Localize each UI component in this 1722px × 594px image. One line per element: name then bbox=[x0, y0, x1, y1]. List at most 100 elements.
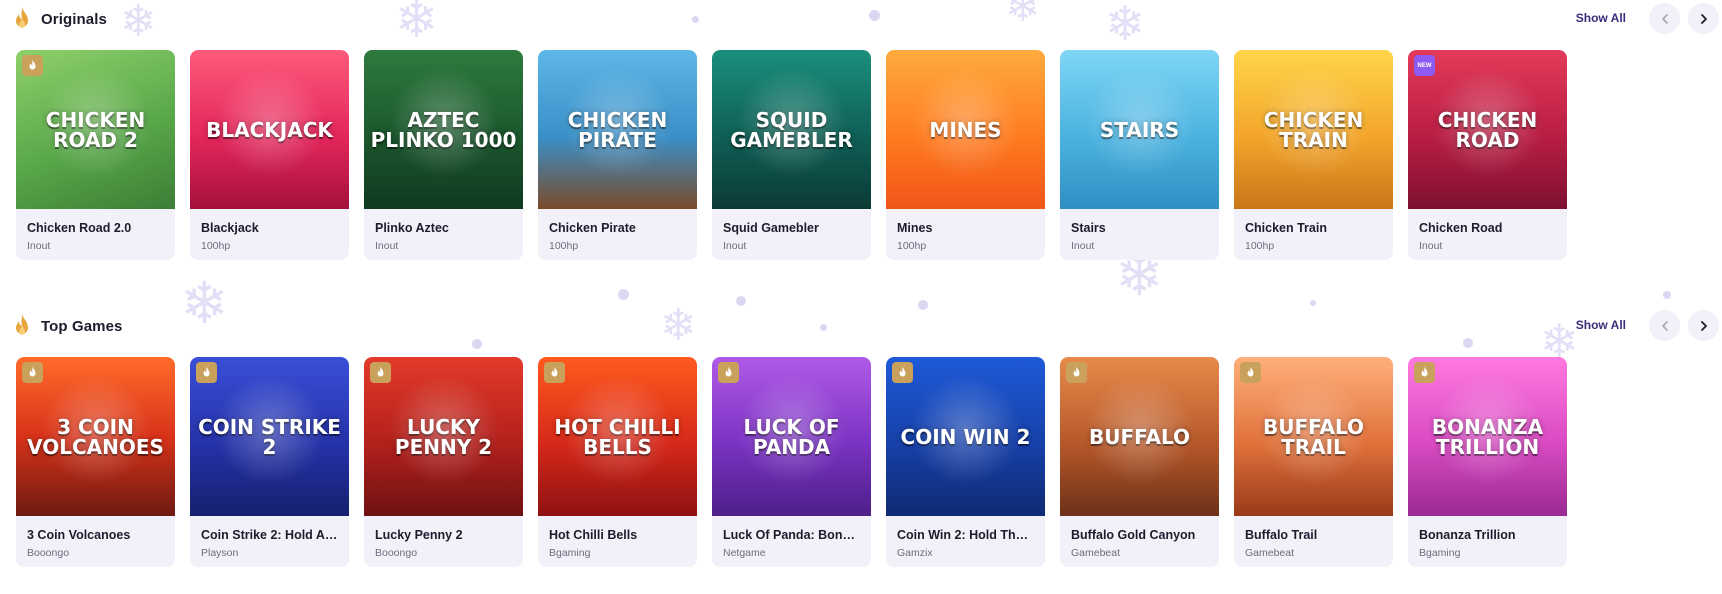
game-thumbnail[interactable]: STAIRS bbox=[1060, 50, 1219, 209]
snow-dot bbox=[736, 296, 746, 306]
game-card[interactable]: 3 COIN VOLCANOES 3 Coin Volcanoes Booongo bbox=[16, 357, 175, 567]
game-info: Bonanza Trillion Bgaming bbox=[1408, 516, 1567, 559]
game-card[interactable]: CHICKEN TRAIN Chicken Train 100hp bbox=[1234, 50, 1393, 260]
game-name: Chicken Road 2.0 bbox=[27, 221, 132, 235]
game-provider: Bgaming bbox=[549, 547, 591, 559]
game-info: Buffalo Gold Canyon Gamebeat bbox=[1060, 516, 1219, 559]
game-thumbnail[interactable]: AZTEC PLINKO 1000 bbox=[364, 50, 523, 209]
show-all-link[interactable]: Show All bbox=[1576, 11, 1626, 25]
thumbnail-glow bbox=[41, 375, 151, 485]
snow-dot bbox=[618, 289, 629, 300]
thumbnail-glow bbox=[911, 68, 1021, 178]
game-info: Chicken Pirate 100hp bbox=[538, 209, 697, 252]
section-title: Originals bbox=[11, 6, 107, 32]
game-card[interactable]: Hot Chilli Bells Hot Chilli Bells Bgaming bbox=[538, 357, 697, 567]
game-thumbnail[interactable]: SQUID GAMEBLER bbox=[712, 50, 871, 209]
hot-badge-icon bbox=[22, 55, 43, 76]
game-card[interactable]: LUCK OF PANDA Luck Of Panda: Bonus C... Ne… bbox=[712, 357, 871, 567]
game-provider: Inout bbox=[1071, 240, 1095, 252]
carousel-prev-button[interactable] bbox=[1649, 310, 1680, 341]
carousel-next-button[interactable] bbox=[1688, 310, 1719, 341]
hot-badge-icon bbox=[1240, 362, 1261, 383]
game-thumbnail[interactable]: BUFFALO TRAIL bbox=[1234, 357, 1393, 516]
game-name: Coin Strike 2: Hold And ... bbox=[201, 528, 338, 542]
game-card[interactable]: BUFFALO TRAIL Buffalo Trail Gamebeat bbox=[1234, 357, 1393, 567]
game-thumbnail[interactable]: Hot Chilli Bells bbox=[538, 357, 697, 516]
thumbnail-glow bbox=[563, 375, 673, 485]
game-info: Coin Win 2: Hold The Sp... Gamzix bbox=[886, 516, 1045, 559]
thumbnail-glow bbox=[1259, 375, 1369, 485]
game-info: Hot Chilli Bells Bgaming bbox=[538, 516, 697, 559]
game-thumbnail[interactable]: BLACKJACK bbox=[190, 50, 349, 209]
game-thumbnail[interactable]: BONANZA TRILLION bbox=[1408, 357, 1567, 516]
game-card[interactable]: MINES Mines 100hp bbox=[886, 50, 1045, 260]
game-name: Lucky Penny 2 bbox=[375, 528, 463, 542]
game-name: Buffalo Gold Canyon bbox=[1071, 528, 1196, 542]
game-card[interactable]: AZTEC PLINKO 1000 Plinko Aztec Inout bbox=[364, 50, 523, 260]
snow-dot bbox=[1310, 300, 1316, 306]
game-card[interactable]: Chicken Pirate Chicken Pirate 100hp bbox=[538, 50, 697, 260]
thumbnail-glow bbox=[1085, 68, 1195, 178]
game-info: 3 Coin Volcanoes Booongo bbox=[16, 516, 175, 559]
game-info: Buffalo Trail Gamebeat bbox=[1234, 516, 1393, 559]
game-provider: Inout bbox=[723, 240, 747, 252]
game-provider: Playson bbox=[201, 547, 239, 559]
chevron-right-icon bbox=[1700, 13, 1707, 24]
game-card[interactable]: STAIRS Stairs Inout bbox=[1060, 50, 1219, 260]
show-all-link[interactable]: Show All bbox=[1576, 318, 1626, 332]
thumbnail-glow bbox=[215, 68, 325, 178]
hot-badge-icon bbox=[370, 362, 391, 383]
game-card[interactable]: CHICKEN ROAD 2 Chicken Road 2.0 Inout bbox=[16, 50, 175, 260]
thumbnail-glow bbox=[563, 68, 673, 178]
hot-badge-icon bbox=[718, 362, 739, 383]
game-card[interactable]: COIN WIN 2 Coin Win 2: Hold The Sp... Gamz… bbox=[886, 357, 1045, 567]
game-thumbnail[interactable]: CHICKEN TRAIN bbox=[1234, 50, 1393, 209]
game-card[interactable]: BUFFALO Buffalo Gold Canyon Gamebeat bbox=[1060, 357, 1219, 567]
flame-icon bbox=[11, 6, 33, 32]
game-provider: 100hp bbox=[897, 240, 927, 252]
game-provider: 100hp bbox=[201, 240, 231, 252]
game-provider: Netgame bbox=[723, 547, 766, 559]
game-provider: Bgaming bbox=[1419, 547, 1461, 559]
game-thumbnail[interactable]: 3 COIN VOLCANOES bbox=[16, 357, 175, 516]
game-thumbnail[interactable]: CHICKEN ROADNEW bbox=[1408, 50, 1567, 209]
carousel-prev-button[interactable] bbox=[1649, 3, 1680, 34]
thumbnail-glow bbox=[41, 68, 151, 178]
game-card[interactable]: COIN STRIKE 2 Coin Strike 2: Hold And ...… bbox=[190, 357, 349, 567]
game-card[interactable]: BONANZA TRILLION Bonanza Trillion Bgaming bbox=[1408, 357, 1567, 567]
hot-badge-icon bbox=[1414, 362, 1435, 383]
hot-badge-icon bbox=[196, 362, 217, 383]
game-card[interactable]: SQUID GAMEBLER Squid Gamebler Inout bbox=[712, 50, 871, 260]
game-thumbnail[interactable]: Chicken Pirate bbox=[538, 50, 697, 209]
thumbnail-glow bbox=[737, 68, 847, 178]
new-badge: NEW bbox=[1414, 55, 1435, 76]
game-thumbnail[interactable]: LUCKY PENNY 2 bbox=[364, 357, 523, 516]
thumbnail-glow bbox=[1433, 375, 1543, 485]
game-thumbnail[interactable]: MINES bbox=[886, 50, 1045, 209]
game-thumbnail[interactable]: COIN STRIKE 2 bbox=[190, 357, 349, 516]
flame-icon bbox=[11, 313, 33, 339]
thumbnail-glow bbox=[389, 68, 499, 178]
game-name: Chicken Road bbox=[1419, 221, 1503, 235]
thumbnail-glow bbox=[1433, 68, 1543, 178]
game-info: Chicken Road 2.0 Inout bbox=[16, 209, 175, 252]
game-card[interactable]: LUCKY PENNY 2 Lucky Penny 2 Booongo bbox=[364, 357, 523, 567]
game-card[interactable]: BLACKJACK Blackjack 100hp bbox=[190, 50, 349, 260]
game-info: Stairs Inout bbox=[1060, 209, 1219, 252]
game-card[interactable]: CHICKEN ROADNEW Chicken Road Inout bbox=[1408, 50, 1567, 260]
game-name: Buffalo Trail bbox=[1245, 528, 1318, 542]
game-name: Coin Win 2: Hold The Sp... bbox=[897, 528, 1034, 542]
game-info: Luck Of Panda: Bonus C... Netgame bbox=[712, 516, 871, 559]
game-thumbnail[interactable]: BUFFALO bbox=[1060, 357, 1219, 516]
game-info: Chicken Road Inout bbox=[1408, 209, 1567, 252]
thumbnail-glow bbox=[1085, 375, 1195, 485]
game-name: 3 Coin Volcanoes bbox=[27, 528, 131, 542]
thumbnail-glow bbox=[737, 375, 847, 485]
game-provider: Inout bbox=[27, 240, 51, 252]
game-thumbnail[interactable]: COIN WIN 2 bbox=[886, 357, 1045, 516]
game-thumbnail[interactable]: LUCK OF PANDA bbox=[712, 357, 871, 516]
section-title-text: Originals bbox=[41, 10, 107, 28]
carousel-next-button[interactable] bbox=[1688, 3, 1719, 34]
game-info: Squid Gamebler Inout bbox=[712, 209, 871, 252]
game-thumbnail[interactable]: CHICKEN ROAD 2 bbox=[16, 50, 175, 209]
